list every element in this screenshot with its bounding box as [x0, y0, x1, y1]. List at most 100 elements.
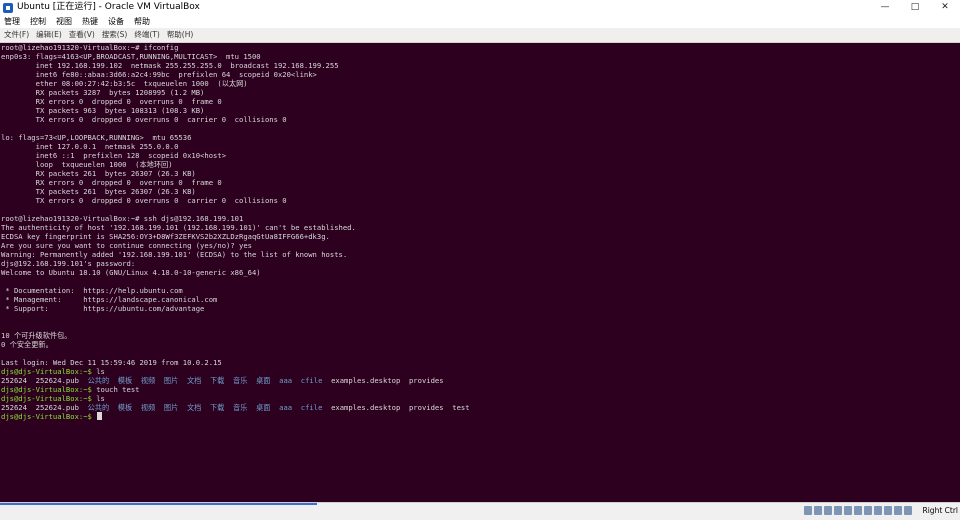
- terminal-menu-help[interactable]: 帮助(H): [167, 28, 194, 42]
- terminal-line: RX errors 0 dropped 0 overruns 0 frame 0: [1, 97, 222, 106]
- terminal-line: inet 127.0.0.1 netmask 255.0.0.0: [1, 142, 179, 151]
- host-key-label: Right Ctrl: [922, 506, 958, 515]
- terminal-line: loop txqueuelen 1000 (本地环回): [1, 160, 173, 169]
- maximize-button[interactable]: □: [900, 0, 930, 15]
- optical-drive-icon[interactable]: [814, 506, 822, 515]
- cpu-icon[interactable]: [884, 506, 892, 515]
- directory-entry: 图片: [163, 403, 179, 412]
- terminal-prompt-line: djs@djs-VirtualBox:~$ ls: [1, 367, 105, 376]
- terminal-line: TX packets 261 bytes 26307 (26.3 KB): [1, 187, 196, 196]
- status-icons: [804, 506, 914, 515]
- vbox-menubar: 管理 控制 视图 热键 设备 帮助: [0, 15, 960, 28]
- window-controls: — □ ✕: [870, 0, 960, 15]
- directory-entry: 图片: [163, 376, 179, 385]
- ls-output-line: 252624 252624.pub 公共的 模板 视频 图片 文档 下载 音乐 …: [1, 403, 470, 412]
- terminal-line: djs@192.168.199.101's password:: [1, 259, 136, 268]
- terminal-output[interactable]: root@lizehao191320-VirtualBox:~# ifconfi…: [0, 43, 960, 502]
- terminal-menu-terminal[interactable]: 终端(T): [134, 28, 159, 42]
- vbox-statusbar: Right Ctrl: [0, 502, 960, 520]
- terminal-line: RX packets 3287 bytes 1208995 (1.2 MB): [1, 88, 205, 97]
- directory-entry: 下载: [209, 376, 225, 385]
- window-title: Ubuntu [正在运行] - Oracle VM VirtualBox: [17, 2, 200, 12]
- terminal-cursor: [97, 412, 103, 420]
- terminal-line: lo: flags=73<UP,LOOPBACK,RUNNING> mtu 65…: [1, 133, 192, 142]
- minimize-button[interactable]: —: [870, 0, 900, 15]
- terminal-menu-file[interactable]: 文件(F): [4, 28, 29, 42]
- file-entry: provides: [408, 403, 444, 412]
- terminal-line: * Support: https://ubuntu.com/advantage: [1, 304, 205, 313]
- directory-entry: 公共的: [87, 376, 110, 385]
- shell-prompt: djs@djs-VirtualBox:~$: [1, 385, 92, 394]
- terminal-line: root@lizehao191320-VirtualBox:~# ifconfi…: [1, 43, 179, 52]
- terminal-line: RX packets 261 bytes 26307 (26.3 KB): [1, 169, 196, 178]
- menu-control[interactable]: 控制: [30, 15, 46, 28]
- directory-entry: 桌面: [256, 403, 271, 412]
- ls-output-line: 252624 252624.pub 公共的 模板 视频 图片 文档 下载 音乐 …: [1, 376, 444, 385]
- terminal-menubar: 文件(F) 编辑(E) 查看(V) 搜索(S) 终端(T) 帮助(H): [0, 28, 960, 43]
- file-entry: 252624.pub: [35, 403, 79, 412]
- terminal-prompt-line: djs@djs-VirtualBox:~$: [1, 412, 103, 421]
- shell-command: ls: [91, 394, 105, 403]
- menu-devices[interactable]: 设备: [108, 15, 124, 28]
- audio-icon[interactable]: [824, 506, 832, 515]
- terminal-line: RX errors 0 dropped 0 overruns 0 frame 0: [1, 178, 222, 187]
- shell-prompt: djs@djs-VirtualBox:~$: [1, 412, 92, 421]
- terminal-line: TX errors 0 dropped 0 overruns 0 carrier…: [1, 115, 287, 124]
- menu-view[interactable]: 视图: [56, 15, 72, 28]
- terminal-prompt-line: djs@djs-VirtualBox:~$ ls: [1, 394, 105, 403]
- file-entry: test: [452, 403, 470, 412]
- shell-command: ls: [91, 367, 105, 376]
- shared-folder-icon[interactable]: [854, 506, 862, 515]
- file-entry: 252624: [1, 403, 27, 412]
- directory-entry: 视频: [140, 403, 156, 412]
- directory-entry: 桌面: [256, 376, 271, 385]
- file-entry: 252624.pub: [35, 376, 79, 385]
- terminal-line: ether 08:00:27:42:b3:5c txqueuelen 1000 …: [1, 79, 248, 88]
- directory-entry: 文档: [186, 376, 202, 385]
- directory-entry: cfile: [300, 376, 323, 385]
- terminal-line: inet6 fe80::abaa:3d66:a2c4:99bc prefixle…: [1, 70, 317, 79]
- directory-entry: 文档: [186, 403, 202, 412]
- file-entry: provides: [408, 376, 444, 385]
- file-entry: examples.desktop: [331, 403, 401, 412]
- harddisk-icon[interactable]: [804, 506, 812, 515]
- terminal-line: The authenticity of host '192.168.199.10…: [1, 223, 356, 232]
- directory-entry: 音乐: [233, 376, 248, 385]
- file-entry: 252624: [1, 376, 27, 385]
- terminal-menu-edit[interactable]: 编辑(E): [36, 28, 62, 42]
- window-titlebar: Ubuntu [正在运行] - Oracle VM VirtualBox — □…: [0, 0, 960, 15]
- mouse-integration-icon[interactable]: [894, 506, 902, 515]
- directory-entry: cfile: [300, 403, 323, 412]
- terminal-line: Welcome to Ubuntu 18.10 (GNU/Linux 4.18.…: [1, 268, 261, 277]
- shell-command: touch test: [91, 385, 140, 394]
- shell-command: [92, 412, 96, 421]
- shell-prompt: djs@djs-VirtualBox:~$: [1, 394, 92, 403]
- directory-entry: 公共的: [87, 403, 110, 412]
- network-icon[interactable]: [834, 506, 842, 515]
- progress-bar: [0, 503, 317, 505]
- directory-entry: 模板: [117, 403, 133, 412]
- terminal-line: Last login: Wed Dec 11 15:59:46 2019 fro…: [1, 358, 222, 367]
- terminal-line: enp0s3: flags=4163<UP,BROADCAST,RUNNING,…: [1, 52, 261, 61]
- terminal-line: 0 个安全更新。: [1, 340, 53, 349]
- terminal-line: * Management: https://landscape.canonica…: [1, 295, 218, 304]
- terminal-menu-search[interactable]: 搜索(S): [102, 28, 128, 42]
- directory-entry: 下载: [209, 403, 225, 412]
- terminal-line: Are you sure you want to continue connec…: [1, 241, 252, 250]
- menu-help[interactable]: 帮助: [134, 15, 150, 28]
- close-button[interactable]: ✕: [930, 0, 960, 15]
- virtualbox-app-icon: [3, 2, 13, 13]
- keyboard-icon[interactable]: [904, 506, 912, 515]
- shell-prompt: djs@djs-VirtualBox:~$: [1, 367, 92, 376]
- recording-icon[interactable]: [874, 506, 882, 515]
- terminal-line: TX errors 0 dropped 0 overruns 0 carrier…: [1, 196, 287, 205]
- menu-hotkeys[interactable]: 热键: [82, 15, 98, 28]
- terminal-line: inet6 ::1 prefixlen 128 scopeid 0x10<hos…: [1, 151, 227, 160]
- display-icon[interactable]: [864, 506, 872, 515]
- terminal-prompt-line: djs@djs-VirtualBox:~$ touch test: [1, 385, 139, 394]
- usb-icon[interactable]: [844, 506, 852, 515]
- terminal-menu-view[interactable]: 查看(V): [69, 28, 95, 42]
- terminal-line: 10 个可升级软件包。: [1, 331, 72, 340]
- terminal-line: Warning: Permanently added '192.168.199.…: [1, 250, 348, 259]
- menu-manage[interactable]: 管理: [4, 15, 20, 28]
